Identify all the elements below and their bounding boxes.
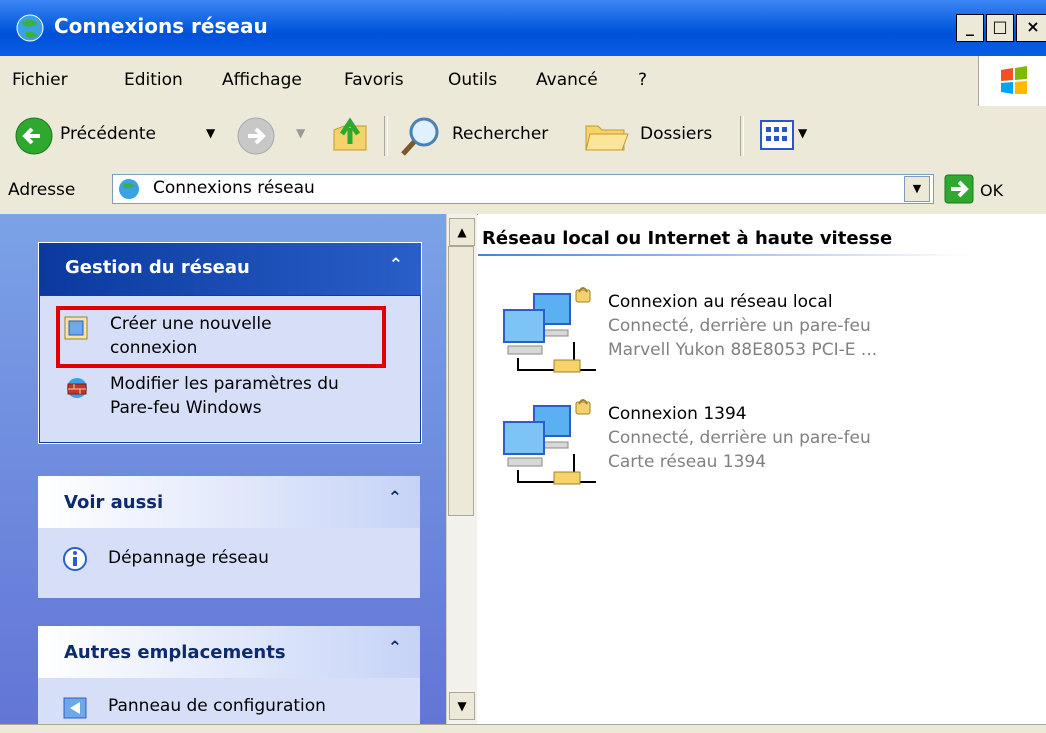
close-button[interactable]: × [1016,14,1046,42]
network-globe-icon [119,179,139,199]
collapse-chevron-icon[interactable]: ⌃ [389,255,403,275]
go-button[interactable]: OK [980,181,1003,200]
search-button-label[interactable]: Rechercher [452,124,548,144]
collapse-chevron-icon[interactable]: ⌃ [388,488,402,508]
toolbar: Précédente ▼ ▼ Rechercher Dossiers ▼ [0,106,1046,167]
views-icon[interactable] [760,120,796,152]
panel-header[interactable]: Autres emplacements ⌃ [38,626,420,678]
panel-body: Dépannage réseau [38,528,420,598]
folders-button-label[interactable]: Dossiers [640,124,712,144]
info-icon [63,547,87,571]
firewall-settings-link[interactable]: Modifier les paramètres du [110,372,339,396]
connection-status: Connecté, derrière un pare-feu [608,428,871,448]
back-arrow-icon[interactable] [14,116,54,156]
connection-status: Connecté, derrière un pare-feu [608,316,871,336]
forward-dropdown-icon[interactable]: ▼ [296,126,305,140]
control-panel-icon [63,697,87,719]
network-tasks-panel: Gestion du réseau ⌃ Créer une nouvelle c… [38,242,422,444]
network-globe-icon [16,14,44,42]
other-places-panel: Autres emplacements ⌃ Panneau de configu… [38,626,420,724]
menu-edition[interactable]: Edition [124,70,183,90]
create-connection-link-line2[interactable]: connexion [110,336,197,360]
troubleshoot-network-link[interactable]: Dépannage réseau [108,546,269,570]
go-arrow-icon[interactable] [944,174,974,204]
connection-name: Connexion au réseau local [608,292,833,312]
folders-icon[interactable] [584,118,630,154]
address-input[interactable]: Connexions réseau [112,174,934,204]
new-connection-icon [64,316,88,340]
panel-body: Panneau de configuration [38,678,420,724]
connection-device: Marvell Yukon 88E8053 PCI-E ... [608,340,878,360]
connection-item[interactable]: Connexion 1394 Connecté, derrière un par… [498,398,998,498]
menu-help[interactable]: ? [638,70,647,90]
address-bar: Adresse Connexions réseau ▼ OK [0,166,1046,215]
connection-item[interactable]: Connexion au réseau local Connecté, derr… [498,286,998,386]
see-also-panel: Voir aussi ⌃ Dépannage réseau [38,476,420,598]
up-folder-icon[interactable] [330,114,370,156]
windows-flag-icon [1001,66,1027,94]
panel-title: Gestion du réseau [65,257,250,278]
back-dropdown-icon[interactable]: ▼ [206,126,215,140]
menu-affichage[interactable]: Affichage [222,70,302,90]
title-bar[interactable]: Connexions réseau _ □ × [0,0,1046,56]
minimize-button[interactable]: _ [956,14,984,42]
toolbar-separator [384,116,388,156]
panel-title: Autres emplacements [64,642,286,663]
menu-favoris[interactable]: Favoris [344,70,404,90]
menu-bar: Fichier Edition Affichage Favoris Outils… [0,56,1046,107]
maximize-button[interactable]: □ [986,14,1014,42]
firewall-settings-link-line2[interactable]: Pare-feu Windows [110,396,262,420]
menu-fichier[interactable]: Fichier [12,70,68,90]
window-title: Connexions réseau [54,14,268,38]
connection-name: Connexion 1394 [608,404,747,424]
panel-title: Voir aussi [64,492,164,513]
scroll-thumb[interactable] [448,246,474,516]
lan-connection-icon [503,287,596,373]
address-dropdown-button[interactable]: ▼ [904,176,930,202]
scroll-down-button[interactable]: ▼ [449,692,475,720]
lan-connection-icon [503,399,596,485]
group-header: Réseau local ou Internet à haute vitesse [482,228,893,249]
menu-avance[interactable]: Avancé [536,70,598,90]
search-icon[interactable] [398,114,442,158]
connection-device: Carte réseau 1394 [608,452,767,472]
panel-header[interactable]: Voir aussi ⌃ [38,476,420,528]
group-header-underline [478,254,968,256]
back-button-label[interactable]: Précédente [60,124,156,144]
control-panel-link[interactable]: Panneau de configuration [108,694,326,718]
toolbar-separator [740,116,744,156]
connections-view: Réseau local ou Internet à haute vitesse… [478,214,1046,724]
forward-arrow-icon[interactable] [236,116,276,156]
firewall-icon [67,378,87,398]
address-label: Adresse [8,180,76,200]
panel-header[interactable]: Gestion du réseau ⌃ [39,243,421,295]
address-value: Connexions réseau [153,178,315,198]
views-dropdown-icon[interactable]: ▼ [798,126,807,140]
collapse-chevron-icon[interactable]: ⌃ [388,638,402,658]
menu-outils[interactable]: Outils [448,70,497,90]
panel-body: Créer une nouvelle connexion Modifier le… [39,295,421,443]
windows-logo [978,56,1046,106]
task-pane: Gestion du réseau ⌃ Créer une nouvelle c… [0,214,446,724]
create-connection-link[interactable]: Créer une nouvelle [110,312,272,336]
scroll-up-button[interactable]: ▲ [449,218,475,246]
